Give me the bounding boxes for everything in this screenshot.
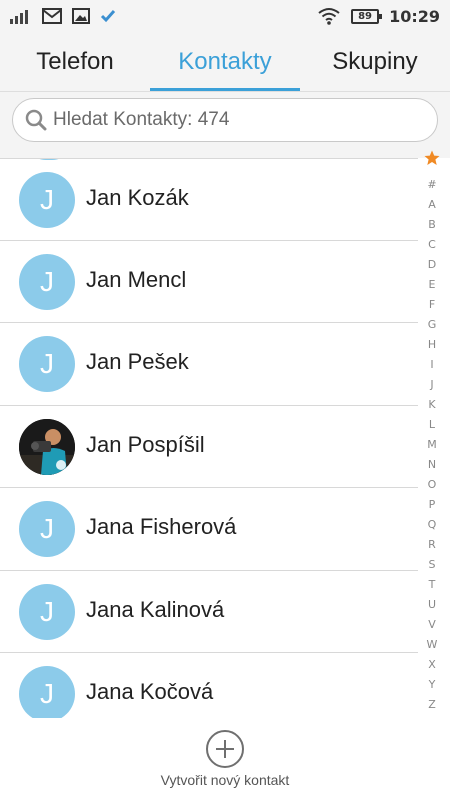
- index-letter[interactable]: P: [418, 498, 446, 511]
- index-letter[interactable]: Y: [418, 678, 446, 691]
- tab-telefon[interactable]: Telefon: [0, 32, 150, 91]
- index-letter[interactable]: R: [418, 538, 446, 551]
- status-time: 10:29: [389, 6, 440, 26]
- bottom-bar: Vytvořit nový kontakt: [0, 718, 450, 800]
- index-letter[interactable]: K: [418, 398, 446, 411]
- index-letter[interactable]: Q: [418, 518, 446, 531]
- index-letter[interactable]: W: [418, 638, 446, 651]
- index-letter[interactable]: E: [418, 278, 446, 291]
- wifi-icon: [318, 8, 340, 25]
- contact-name: Jan Kozák: [86, 185, 189, 210]
- avatar: J: [19, 172, 75, 228]
- add-contact-button[interactable]: [206, 730, 244, 768]
- index-letter[interactable]: X: [418, 658, 446, 671]
- contact-list[interactable]: J Jan Kozák J Jan Mencl J Jan Pešek Jan …: [0, 158, 418, 718]
- index-letter[interactable]: H: [418, 338, 446, 351]
- status-bar: 89 10:29: [0, 0, 450, 32]
- status-bar-left: [10, 6, 116, 26]
- contact-name: Jana Kočová: [86, 679, 214, 704]
- avatar: J: [19, 336, 75, 392]
- index-letter[interactable]: B: [418, 218, 446, 231]
- tab-bar: Telefon Kontakty Skupiny: [0, 32, 450, 92]
- avatar: J: [19, 584, 75, 640]
- status-bar-right: 89 10:29: [317, 5, 440, 27]
- index-letter[interactable]: U: [418, 598, 446, 611]
- avatar: J: [19, 254, 75, 310]
- index-letter[interactable]: Z: [418, 698, 446, 711]
- contact-row[interactable]: J Jana Kočová: [0, 652, 418, 718]
- contact-name: Jana Kalinová: [86, 597, 225, 622]
- index-letter[interactable]: O: [418, 478, 446, 491]
- tab-kontakty[interactable]: Kontakty: [150, 32, 300, 91]
- index-letter[interactable]: C: [418, 238, 446, 251]
- contact-row[interactable]: J Jan Pešek: [0, 322, 418, 404]
- photo-image: [19, 419, 75, 475]
- contact-row[interactable]: J Jana Kalinová: [0, 570, 418, 652]
- gmail-icon: [42, 8, 62, 24]
- battery-icon: 89: [351, 8, 383, 24]
- index-letter[interactable]: A: [418, 198, 446, 211]
- index-letter[interactable]: J: [418, 378, 446, 391]
- contact-row[interactable]: J Jan Kozák: [0, 158, 418, 240]
- search-icon: [25, 109, 47, 131]
- contact-name: Jan Mencl: [86, 267, 187, 292]
- index-letter[interactable]: F: [418, 298, 446, 311]
- alphabet-index[interactable]: # A B C D E F G H I J K L M N O P Q R S …: [418, 150, 446, 716]
- avatar: J: [19, 501, 75, 557]
- index-letter[interactable]: I: [418, 358, 446, 371]
- index-letter[interactable]: #: [418, 178, 446, 191]
- index-letter[interactable]: V: [418, 618, 446, 631]
- contact-photo: [19, 419, 75, 475]
- search-input[interactable]: [53, 109, 413, 131]
- search-box[interactable]: [12, 98, 438, 142]
- index-letter[interactable]: S: [418, 558, 446, 571]
- contact-row[interactable]: Jan Pospíšil: [0, 405, 418, 487]
- search-area: [0, 92, 450, 158]
- index-letter[interactable]: M: [418, 438, 446, 451]
- index-letter[interactable]: L: [418, 418, 446, 431]
- favorites-star-icon[interactable]: [424, 150, 440, 166]
- contact-row[interactable]: J Jan Mencl: [0, 240, 418, 322]
- contact-name: Jana Fisherová: [86, 514, 237, 539]
- tab-skupiny[interactable]: Skupiny: [300, 32, 450, 91]
- index-letter[interactable]: T: [418, 578, 446, 591]
- contact-name: Jan Pešek: [86, 349, 189, 374]
- index-letter[interactable]: D: [418, 258, 446, 271]
- gallery-icon: [72, 8, 90, 24]
- index-letter[interactable]: G: [418, 318, 446, 331]
- contact-name: Jan Pospíšil: [86, 432, 205, 457]
- check-icon: [100, 10, 116, 23]
- signal-icon: [10, 10, 28, 24]
- avatar: J: [19, 666, 75, 718]
- index-letter[interactable]: N: [418, 458, 446, 471]
- add-contact-label[interactable]: Vytvořit nový kontakt: [0, 772, 450, 788]
- contact-row[interactable]: J Jana Fisherová: [0, 487, 418, 569]
